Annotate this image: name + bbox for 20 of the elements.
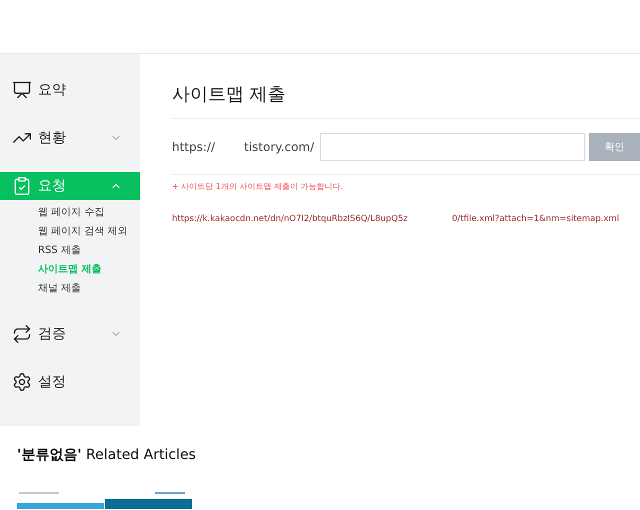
url-prefix: https:// <box>172 140 216 154</box>
clipboard-icon <box>12 176 32 196</box>
sidebar-item[interactable]: 검증 <box>0 320 140 348</box>
sidebar-item[interactable]: 요약 <box>0 76 140 104</box>
settings-icon <box>12 372 32 392</box>
presentation-icon <box>12 80 32 100</box>
submenu-item[interactable]: 웹 페이지 검색 제외 <box>38 225 140 239</box>
url-domain: tistory.com/ <box>244 140 314 154</box>
sitemap-link[interactable]: 0/tfile.xml?attach=1&nm=sitemap.xml <box>452 214 620 224</box>
submenu-item[interactable]: RSS 제출 <box>38 244 140 258</box>
refresh-icon <box>12 324 32 344</box>
sitemap-link[interactable]: https://k.kakaocdn.net/dn/nO7I2/btquRbzIS6Q/L8upQ5z <box>172 214 452 224</box>
submenu-item[interactable]: 웹 페이지 수집 <box>38 206 140 220</box>
sidebar-item[interactable]: 설정 <box>0 368 140 396</box>
notice-text: + 사이트당 1개의 사이트맵 제출이 가능합니다. <box>172 181 344 192</box>
sitemap-input[interactable] <box>320 132 585 160</box>
sidebar-item[interactable]: 현황 <box>0 124 140 152</box>
page-title: 사이트맵 제출 <box>172 82 640 119</box>
related-heading: '분류없음' Related Articles <box>17 446 197 464</box>
submenu-item[interactable]: 채널 제출 <box>38 282 140 296</box>
